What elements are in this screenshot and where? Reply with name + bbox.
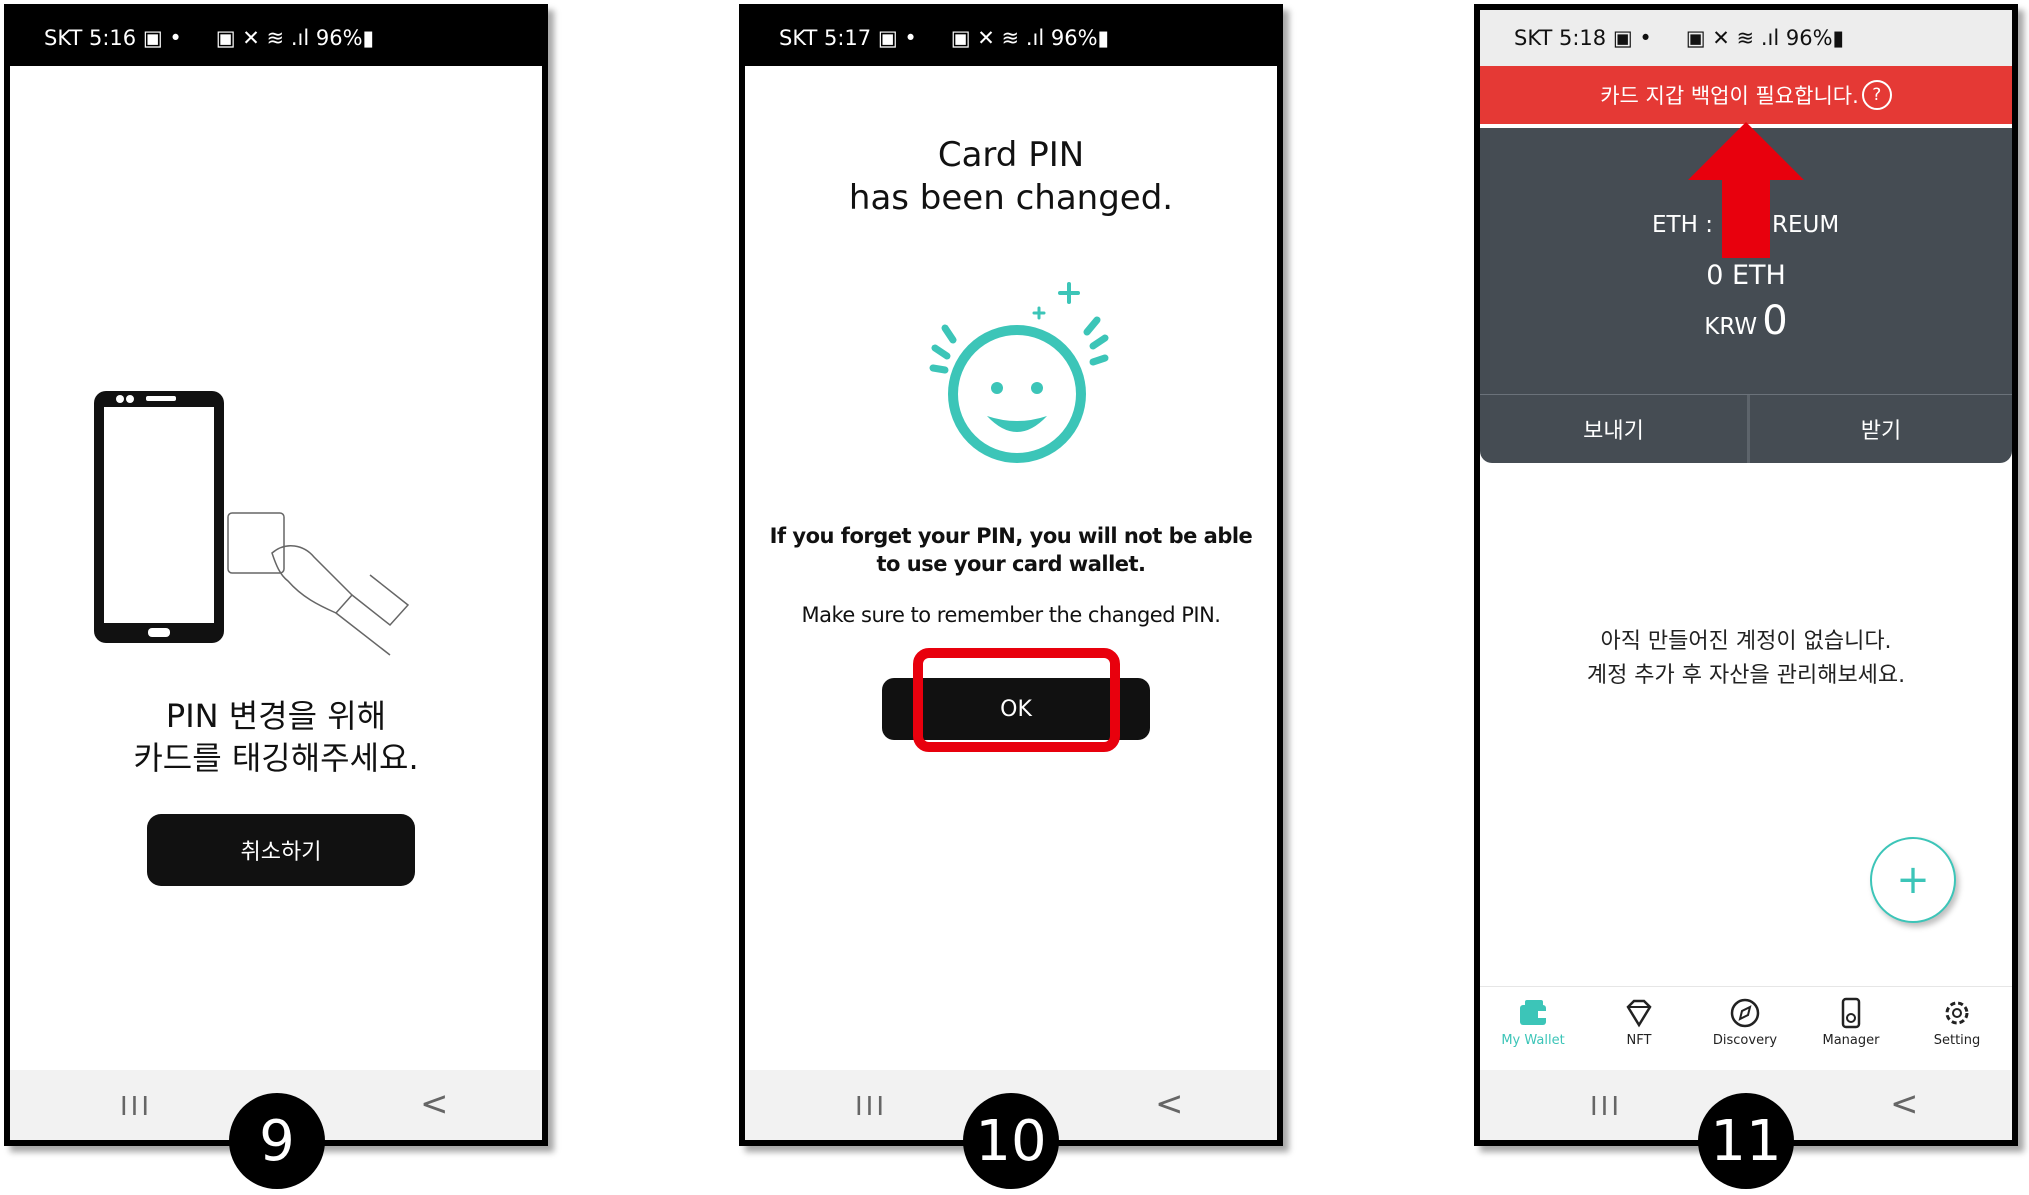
status-bar: SKT 5:17 ▣ • ▣ ✕ ≋ .ıl 96% ▮ bbox=[745, 10, 1277, 66]
backup-banner-text: 카드 지갑 백업이 필요합니다. bbox=[1600, 84, 1859, 108]
tab-label: My Wallet bbox=[1501, 1033, 1565, 1048]
recents-button[interactable]: III bbox=[855, 1092, 887, 1122]
ok-highlight-box bbox=[913, 648, 1120, 752]
empty-accounts-message: 아직 만들어진 계정이 없습니다. 계정 추가 후 자산을 관리해보세요. bbox=[1480, 625, 2012, 693]
phone-screen-10: SKT 5:17 ▣ • ▣ ✕ ≋ .ıl 96% ▮ Card PIN ha… bbox=[739, 4, 1283, 1146]
backup-warning-banner[interactable]: 카드 지갑 백업이 필요합니다. ? bbox=[1480, 66, 2012, 124]
diamond-icon bbox=[1626, 999, 1652, 1028]
pin-changed-title: Card PIN has been changed. bbox=[745, 134, 1277, 220]
step-badge-11: 11 bbox=[1698, 1093, 1794, 1189]
tab-setting[interactable]: Setting bbox=[1904, 997, 2010, 1048]
gear-icon bbox=[1945, 1001, 1969, 1025]
happy-face-icon bbox=[929, 282, 1109, 463]
prompt-line-1: PIN 변경을 위해 bbox=[165, 697, 387, 735]
cancel-button[interactable]: 취소하기 bbox=[147, 814, 415, 886]
empty-line-2: 계정 추가 후 자산을 관리해보세요. bbox=[1586, 663, 1906, 688]
phone-screen-11: SKT 5:18 ▣ • ▣ ✕ ≋ .ıl 96% ▮ 카드 지갑 백업이 필… bbox=[1474, 4, 2018, 1146]
card-manager-icon bbox=[1841, 997, 1861, 1029]
prompt-line-2: 카드를 태깅해주세요. bbox=[133, 739, 419, 777]
gallery-icon: ▣ • bbox=[136, 26, 182, 50]
signal-icons: ▣ ✕ ≋ .ıl bbox=[950, 26, 1051, 50]
back-button[interactable]: < bbox=[1155, 1084, 1184, 1124]
gallery-icon: ▣ • bbox=[871, 26, 917, 50]
phone-screen-9: SKT 5:16 ▣ • ▣ ✕ ≋ .ıl 96% ▮ PIN 변경을 위해 … bbox=[4, 4, 548, 1146]
bottom-tab-bar: My Wallet NFT Discovery Manager Setting bbox=[1480, 986, 2012, 1071]
tab-label: NFT bbox=[1626, 1033, 1652, 1048]
annotation-arrow-icon bbox=[1688, 122, 1804, 258]
signal-icons: ▣ ✕ ≋ .ıl bbox=[1685, 26, 1786, 50]
title-line-2: has been changed. bbox=[848, 178, 1174, 218]
carrier-label: SKT bbox=[1514, 26, 1553, 50]
time-label: 5:18 bbox=[1559, 26, 1607, 50]
tab-my-wallet[interactable]: My Wallet bbox=[1480, 997, 1586, 1048]
back-button[interactable]: < bbox=[420, 1084, 449, 1124]
battery-icon: ▮ bbox=[1097, 26, 1110, 50]
empty-line-1: 아직 만들어진 계정이 없습니다. bbox=[1600, 629, 1892, 654]
compass-icon bbox=[1730, 998, 1760, 1028]
battery-icon: ▮ bbox=[1832, 26, 1845, 50]
time-label: 5:16 bbox=[89, 26, 137, 50]
carrier-label: SKT bbox=[779, 26, 818, 50]
eth-balance: 0 ETH bbox=[1706, 260, 1786, 291]
tab-nft[interactable]: NFT bbox=[1586, 997, 1692, 1048]
back-button[interactable]: < bbox=[1890, 1084, 1919, 1124]
tag-card-prompt: PIN 변경을 위해 카드를 태깅해주세요. bbox=[10, 695, 542, 779]
signal-icons: ▣ ✕ ≋ .ıl bbox=[215, 26, 316, 50]
time-label: 5:17 bbox=[824, 26, 872, 50]
send-button[interactable]: 보내기 bbox=[1480, 395, 1747, 463]
krw-balance: KRW 0 bbox=[1480, 298, 2012, 344]
remember-pin-note: Make sure to remember the changed PIN. bbox=[801, 603, 1221, 627]
receive-button[interactable]: 받기 bbox=[1750, 395, 2012, 463]
recents-button[interactable]: III bbox=[120, 1092, 152, 1122]
status-bar: SKT 5:18 ▣ • ▣ ✕ ≋ .ıl 96% ▮ bbox=[1480, 10, 2012, 66]
warning-line-2: to use your card wallet. bbox=[876, 552, 1146, 576]
status-bar: SKT 5:16 ▣ • ▣ ✕ ≋ .ıl 96% ▮ bbox=[10, 10, 542, 66]
step-badge-9: 9 bbox=[229, 1093, 325, 1189]
carrier-label: SKT bbox=[44, 26, 83, 50]
phone-card-tag-illustration bbox=[94, 391, 410, 656]
krw-label: KRW bbox=[1704, 314, 1758, 340]
tab-discovery[interactable]: Discovery bbox=[1692, 997, 1798, 1048]
battery-icon: ▮ bbox=[362, 26, 375, 50]
tab-label: Setting bbox=[1933, 1033, 1981, 1048]
gallery-icon: ▣ • bbox=[1606, 26, 1652, 50]
pin-warning: If you forget your PIN, you will not be … bbox=[745, 522, 1277, 578]
wallet-icon bbox=[1520, 1000, 1546, 1025]
help-icon[interactable]: ? bbox=[1861, 80, 1892, 110]
tab-manager[interactable]: Manager bbox=[1798, 997, 1904, 1048]
battery-label: 96% bbox=[1050, 26, 1098, 50]
recents-button[interactable]: III bbox=[1590, 1092, 1622, 1122]
step-badge-10: 10 bbox=[963, 1093, 1059, 1189]
battery-label: 96% bbox=[315, 26, 363, 50]
tab-label: Discovery bbox=[1712, 1033, 1778, 1048]
add-account-button[interactable]: + bbox=[1870, 837, 1956, 923]
tab-label: Manager bbox=[1822, 1033, 1880, 1048]
krw-amount: 0 bbox=[1762, 298, 1788, 344]
warning-line-1: If you forget your PIN, you will not be … bbox=[769, 524, 1253, 548]
battery-label: 96% bbox=[1785, 26, 1833, 50]
title-line-1: Card PIN bbox=[937, 135, 1085, 175]
